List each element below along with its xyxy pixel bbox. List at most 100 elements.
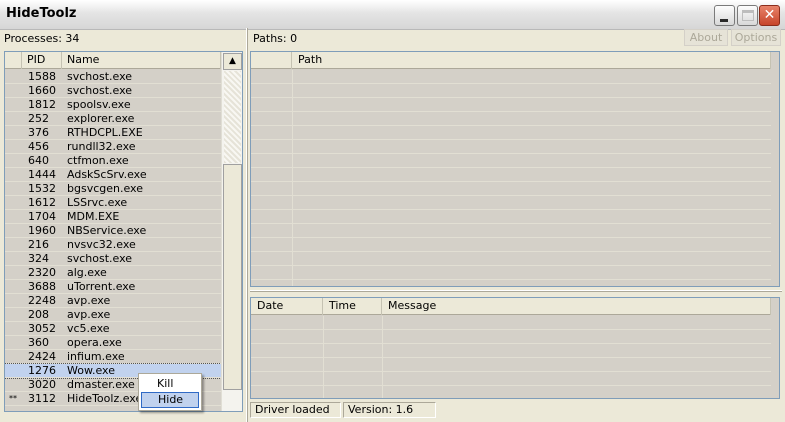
name-cell: svchost.exe <box>67 252 133 265</box>
marker-column-header[interactable] <box>5 52 22 69</box>
process-rows: 1588 svchost.exe 1660 svchost.exe 1812 spools… <box>5 70 222 406</box>
pid-cell: 456 <box>28 140 49 153</box>
grid-line <box>292 70 293 286</box>
name-cell: vc5.exe <box>67 322 110 335</box>
maximize-button[interactable] <box>737 5 758 26</box>
table-row[interactable]: 640 ctfmon.exe <box>5 154 221 168</box>
table-row[interactable]: 252 explorer.exe <box>5 112 221 126</box>
pid-cell: 360 <box>28 336 49 349</box>
table-row[interactable]: 324 svchost.exe <box>5 252 221 266</box>
pid-cell: 2320 <box>28 266 56 279</box>
pid-cell: 3688 <box>28 280 56 293</box>
row-marker: ** <box>9 394 17 403</box>
name-column-header[interactable]: Name <box>62 52 221 69</box>
table-row[interactable]: 1532 bgsvcgen.exe <box>5 182 221 196</box>
name-cell: NBService.exe <box>67 224 147 237</box>
maximize-icon <box>742 10 754 21</box>
pid-cell: 2424 <box>28 350 56 363</box>
table-row[interactable]: 1660 svchost.exe <box>5 84 221 98</box>
name-cell: avp.exe <box>67 308 111 321</box>
table-row[interactable]: 1612 LSSrvc.exe <box>5 196 221 210</box>
time-column-header[interactable]: Time <box>323 298 382 315</box>
menu-item-hide[interactable]: Hide <box>141 392 199 408</box>
table-row[interactable]: 376 RTHDCPL.EXE <box>5 126 221 140</box>
pid-column-header[interactable]: PID <box>22 52 62 69</box>
pid-cell: 252 <box>28 112 49 125</box>
name-cell: spoolsv.exe <box>67 98 131 111</box>
grid-line <box>323 316 324 398</box>
table-row[interactable]: 1444 AdskScSrv.exe <box>5 168 221 182</box>
path-column-header[interactable]: Path <box>292 52 771 69</box>
table-row[interactable]: 1588 svchost.exe <box>5 70 221 84</box>
table-row[interactable]: 1704 MDM.EXE <box>5 210 221 224</box>
horizontal-splitter[interactable] <box>250 290 782 292</box>
processes-count-label: Processes: 34 <box>4 32 80 45</box>
name-cell: rundll32.exe <box>67 140 136 153</box>
table-row[interactable]: 3052 vc5.exe <box>5 322 221 336</box>
vertical-splitter[interactable] <box>246 28 248 422</box>
name-cell: ctfmon.exe <box>67 154 129 167</box>
table-row[interactable]: 2248 avp.exe <box>5 294 221 308</box>
pid-cell: 2248 <box>28 294 56 307</box>
title-bar[interactable]: HideToolz ✕ <box>0 0 785 30</box>
pid-cell: 1444 <box>28 168 56 181</box>
table-row[interactable]: 456 rundll32.exe <box>5 140 221 154</box>
pid-cell: 1704 <box>28 210 56 223</box>
pid-cell: 1532 <box>28 182 56 195</box>
name-cell: dmaster.exe <box>67 378 135 391</box>
scroll-track[interactable] <box>224 71 241 163</box>
pid-cell: 216 <box>28 238 49 251</box>
name-cell: infium.exe <box>67 350 125 363</box>
messages-grid <box>251 316 771 398</box>
table-row[interactable]: 1812 spoolsv.exe <box>5 98 221 112</box>
pid-cell: 1612 <box>28 196 56 209</box>
date-column-header[interactable]: Date <box>251 298 323 315</box>
minimize-icon <box>720 19 728 22</box>
process-list[interactable]: PID Name 1588 svchost.exe 1660 svchost.exe 1… <box>4 51 243 412</box>
process-list-scrollbar[interactable]: ▲ <box>221 52 242 411</box>
pid-cell: 640 <box>28 154 49 167</box>
table-row[interactable]: 360 opera.exe <box>5 336 221 350</box>
scroll-up-button[interactable]: ▲ <box>223 53 242 70</box>
context-menu: Kill Hide <box>138 373 202 411</box>
name-cell: svchost.exe <box>67 84 133 97</box>
name-cell: explorer.exe <box>67 112 135 125</box>
minimize-button[interactable] <box>714 5 735 26</box>
arrow-up-icon: ▲ <box>229 56 236 66</box>
table-row[interactable]: 2424 infium.exe <box>5 350 221 364</box>
pid-cell: 1276 <box>28 364 56 377</box>
pid-cell: 3020 <box>28 378 56 391</box>
paths-list[interactable]: Path <box>250 51 780 287</box>
options-button[interactable]: Options <box>731 29 781 46</box>
close-icon: ✕ <box>763 7 776 23</box>
table-row[interactable]: 2320 alg.exe <box>5 266 221 280</box>
name-cell: LSSrvc.exe <box>67 196 128 209</box>
message-column-header[interactable]: Message <box>382 298 771 315</box>
name-cell: HideToolz.exe <box>67 392 143 405</box>
pid-cell: 1660 <box>28 84 56 97</box>
pid-cell: 376 <box>28 126 49 139</box>
name-cell: uTorrent.exe <box>67 280 136 293</box>
paths-grid <box>251 70 771 286</box>
messages-list[interactable]: Date Time Message <box>250 297 780 399</box>
window-title: HideToolz <box>6 6 77 21</box>
menu-item-kill[interactable]: Kill <box>141 376 199 392</box>
paths-marker-column-header[interactable] <box>251 52 292 69</box>
table-row[interactable]: 1960 NBService.exe <box>5 224 221 238</box>
name-cell: opera.exe <box>67 336 122 349</box>
about-button[interactable]: About <box>684 29 728 46</box>
name-cell: nvsvc32.exe <box>67 238 136 251</box>
name-cell: svchost.exe <box>67 70 133 83</box>
name-cell: bgsvcgen.exe <box>67 182 143 195</box>
table-row[interactable]: 208 avp.exe <box>5 308 221 322</box>
table-row[interactable]: 3688 uTorrent.exe <box>5 280 221 294</box>
table-row[interactable]: 216 nvsvc32.exe <box>5 238 221 252</box>
version-status: Version: 1.6 <box>343 402 436 418</box>
pid-cell: 1588 <box>28 70 56 83</box>
driver-status: Driver loaded <box>250 402 341 418</box>
name-cell: AdskScSrv.exe <box>67 168 147 181</box>
pid-cell: 1960 <box>28 224 56 237</box>
close-button[interactable]: ✕ <box>759 5 780 26</box>
scroll-thumb[interactable] <box>223 164 242 390</box>
name-cell: alg.exe <box>67 266 107 279</box>
